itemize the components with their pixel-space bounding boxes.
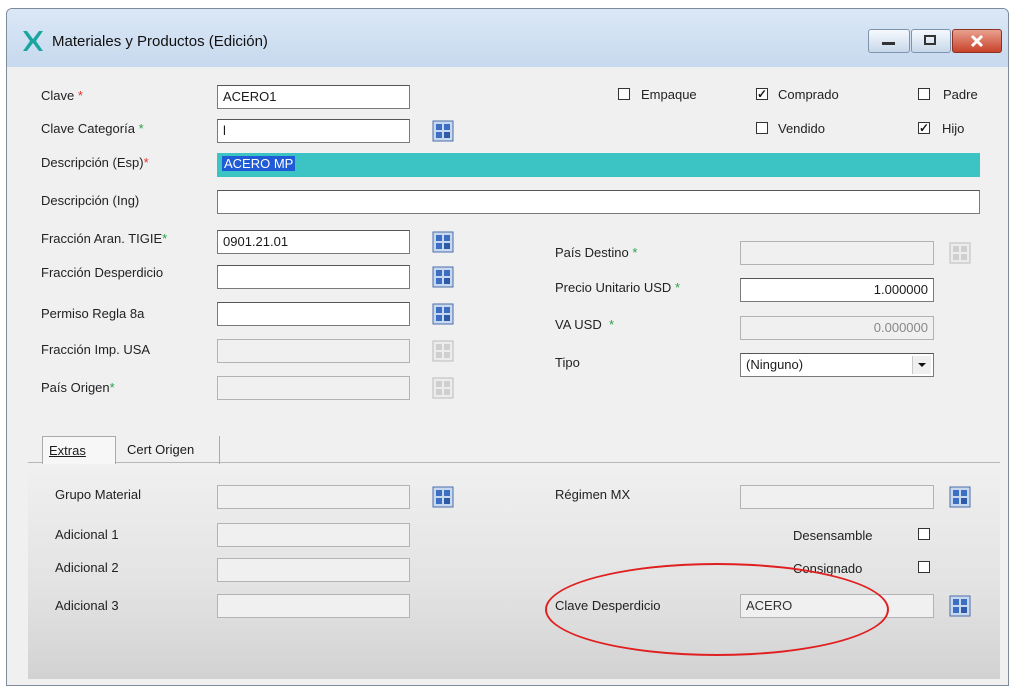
descripcion-esp-value: ACERO MP	[222, 156, 296, 171]
va-usd-label: VA USD *	[555, 317, 615, 332]
empaque-checkbox[interactable]	[618, 88, 630, 100]
title-bar[interactable]: Materiales y Productos (Edición)	[7, 9, 1008, 67]
descripcion-esp-label: Descripción (Esp)*	[41, 155, 149, 170]
check-icon: ✓	[757, 87, 768, 101]
clave-field[interactable]: ACERO1	[217, 85, 410, 109]
hijo-label: Hijo	[942, 121, 965, 136]
pais-destino-label: País Destino *	[555, 245, 638, 260]
comprado-checkbox[interactable]: ✓	[756, 88, 768, 100]
lookup-grid-icon[interactable]	[432, 230, 454, 254]
minimize-icon	[882, 42, 895, 45]
descripcion-ing-label: Descripción (Ing)	[41, 193, 140, 208]
tipo-value: (Ninguno)	[746, 357, 804, 372]
pais-origen-field	[217, 376, 410, 400]
tab-extras[interactable]: Extras	[42, 436, 116, 464]
clave-categoria-field[interactable]: l	[217, 119, 410, 143]
clave-categoria-label: Clave Categoría *	[41, 121, 144, 136]
padre-label: Padre	[943, 87, 978, 102]
chevron-down-icon	[918, 363, 926, 367]
tipo-label: Tipo	[555, 355, 580, 370]
regimen-mx-field	[740, 485, 934, 509]
adicional-1-field	[217, 523, 410, 547]
permiso-regla-field[interactable]	[217, 302, 410, 326]
lookup-grid-icon[interactable]	[949, 485, 971, 509]
regimen-mx-label: Régimen MX	[555, 487, 631, 502]
permiso-regla-label: Permiso Regla 8a	[41, 306, 145, 321]
adicional-2-field	[217, 558, 410, 582]
adicional-1-label: Adicional 1	[55, 527, 119, 542]
lookup-grid-icon	[432, 377, 454, 399]
fraccion-aran-field[interactable]: 0901.21.01	[217, 230, 410, 254]
fraccion-imp-usa-field	[217, 339, 410, 363]
lookup-grid-icon[interactable]	[432, 485, 454, 509]
tab-cert-origen-label: Cert Origen	[127, 442, 195, 457]
empaque-label: Empaque	[641, 87, 697, 102]
desensamble-checkbox[interactable]	[918, 528, 930, 540]
maximize-icon	[924, 35, 936, 45]
lookup-grid-icon	[949, 242, 971, 264]
tab-cert-origen[interactable]: Cert Origen	[117, 436, 220, 464]
vendido-label: Vendido	[778, 121, 825, 136]
maximize-button[interactable]	[911, 29, 951, 53]
precio-unitario-label: Precio Unitario USD *	[555, 280, 681, 295]
lookup-grid-icon[interactable]	[432, 265, 454, 289]
close-button[interactable]	[952, 29, 1002, 53]
annotation-ellipse	[545, 563, 889, 656]
grupo-material-label: Grupo Material	[55, 487, 141, 502]
pais-origen-label: País Origen*	[41, 380, 115, 395]
descripcion-esp-field[interactable]: ACERO MP	[217, 153, 980, 177]
lookup-grid-icon	[432, 340, 454, 362]
descripcion-ing-field[interactable]	[217, 190, 980, 214]
fraccion-imp-usa-label: Fracción Imp. USA	[41, 342, 151, 357]
app-logo-icon	[23, 31, 43, 51]
padre-checkbox[interactable]	[918, 88, 930, 100]
desensamble-label: Desensamble	[793, 528, 873, 543]
consignado-checkbox[interactable]	[918, 561, 930, 573]
dropdown-button[interactable]	[912, 356, 931, 374]
lookup-grid-icon[interactable]	[432, 302, 454, 326]
lookup-grid-icon[interactable]	[949, 594, 971, 618]
adicional-3-field	[217, 594, 410, 618]
minimize-button[interactable]	[868, 29, 910, 53]
va-usd-field: 0.000000	[740, 316, 934, 340]
window-title: Materiales y Productos (Edición)	[52, 33, 268, 50]
comprado-label: Comprado	[778, 87, 839, 102]
tab-extras-label: Extras	[49, 443, 86, 458]
check-icon: ✓	[919, 121, 930, 135]
close-icon	[970, 34, 984, 48]
tipo-select[interactable]: (Ninguno)	[740, 353, 934, 377]
grupo-material-field	[217, 485, 410, 509]
adicional-3-label: Adicional 3	[55, 598, 119, 613]
lookup-grid-icon[interactable]	[432, 119, 454, 143]
fraccion-desperdicio-field[interactable]	[217, 265, 410, 289]
precio-unitario-field[interactable]: 1.000000	[740, 278, 934, 302]
clave-label: Clave *	[41, 88, 83, 103]
vendido-checkbox[interactable]	[756, 122, 768, 134]
fraccion-desperdicio-label: Fracción Desperdicio	[41, 265, 164, 280]
hijo-checkbox[interactable]: ✓	[918, 122, 930, 134]
pais-destino-field	[740, 241, 934, 265]
adicional-2-label: Adicional 2	[55, 560, 119, 575]
fraccion-aran-label: Fracción Aran. TIGIE*	[41, 231, 168, 246]
